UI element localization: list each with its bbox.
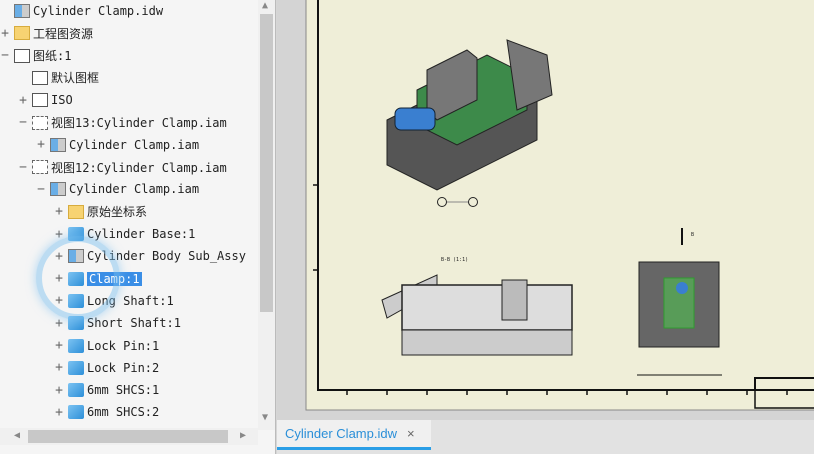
browser-item-label: Cylinder Clamp.iam [69,137,200,152]
model-browser: Cylinder Clamp.idw + 工程图资源 − 图纸:1 默认图框 + ISO − 视图… [0,0,276,454]
assembly-icon [50,137,66,152]
scroll-right-icon[interactable]: ▶ [240,430,246,441]
browser-item-label: 原始坐标系 [87,205,148,220]
browser-item-label: 图纸:1 [33,49,72,64]
collapse-icon[interactable]: − [18,160,28,175]
expand-icon[interactable]: + [18,93,28,108]
expand-icon[interactable]: + [36,137,46,152]
browser-item[interactable]: + 工程图资源 [0,22,93,44]
browser-item-label: Lock Pin:1 [87,338,160,353]
browser-item[interactable]: − 图纸:1 [0,45,71,67]
view-icon [32,160,48,175]
expand-icon[interactable]: + [54,405,64,420]
expand-icon[interactable]: + [54,204,64,219]
scroll-down-icon[interactable]: ▼ [262,412,268,423]
browser-item-label: 工程图资源 [33,26,94,41]
document-tab-bar: Cylinder Clamp.idw × [277,420,814,454]
browser-item-label: 6mm SHCS:2 [87,405,160,420]
browser-item[interactable]: + 原始坐标系 [54,201,147,223]
drawing-canvas[interactable]: B-B (1:1) B [277,0,814,420]
collapse-icon[interactable]: − [18,115,28,130]
collapse-icon[interactable]: − [36,182,46,197]
browser-item[interactable]: + ISO [18,89,73,111]
browser-item-label: Cylinder Clamp.idw [33,4,164,18]
title-block-icon [32,93,48,108]
click-highlight [36,236,120,320]
border-icon [32,70,48,85]
scroll-up-icon[interactable]: ▲ [262,0,268,11]
browser-item[interactable]: +6mm SHCS:2 [54,401,159,423]
browser-item[interactable]: + Lock Pin:2 [54,357,159,379]
scroll-left-icon[interactable]: ◀ [14,430,20,441]
scroll-thumb[interactable] [260,14,273,312]
browser-item[interactable]: 默认图框 [18,67,99,89]
assembly-icon [50,182,66,197]
expand-icon[interactable]: + [0,26,10,41]
browser-item-label: Cylinder Base:1 [87,227,196,241]
collapse-icon[interactable]: − [0,48,10,63]
browser-item-label: 视图12:Cylinder Clamp.iam [51,160,227,175]
browser-item-label: Lock Pin:2 [87,360,160,375]
expand-icon[interactable]: + [54,316,64,331]
tab-cylinder-clamp-idw[interactable]: Cylinder Clamp.idw × [277,420,431,450]
browser-item[interactable]: + Lock Pin:1 [54,335,159,357]
section-label: B-B (1:1) [441,257,468,263]
folder-icon [14,26,30,41]
expand-icon[interactable]: + [54,360,64,375]
scroll-thumb[interactable] [28,430,228,443]
browser-item[interactable]: + Cylinder Clamp.iam [36,134,199,156]
drawing-icon [14,4,30,18]
expand-icon[interactable]: + [54,338,64,353]
cut-label: B [691,232,694,238]
browser-item[interactable]: +6mm SHCS:1 [54,379,159,401]
horizontal-scrollbar[interactable]: ◀ ▶ [0,428,258,445]
browser-item[interactable]: − 视图12:Cylinder Clamp.iam [18,156,227,178]
expand-icon[interactable]: + [54,383,64,398]
part-icon [68,405,84,420]
folder-icon [68,204,84,219]
browser-item-label: 视图13:Cylinder Clamp.iam [51,116,227,130]
browser-item-label: 6mm SHCS:1 [87,383,160,398]
part-icon [68,360,84,375]
browser-item[interactable]: − Cylinder Clamp.iam [36,178,199,200]
sheet-icon [14,48,30,63]
tab-label: Cylinder Clamp.idw [285,426,397,441]
vertical-scrollbar[interactable]: ▲ ▼ [258,0,275,430]
browser-item-label: 默认图框 [51,71,100,86]
view-icon [32,115,48,130]
browser-item-label: Cylinder Clamp.iam [69,182,200,197]
browser-item[interactable]: Cylinder Clamp.idw [0,0,163,22]
browser-item-label: ISO [51,93,73,108]
browser-item[interactable]: − 视图13:Cylinder Clamp.iam [18,112,227,134]
part-icon [68,383,84,398]
close-icon[interactable]: × [407,426,415,441]
drawing-sheet: B-B (1:1) B [305,0,814,411]
browser-item-label: Short Shaft:1 [87,316,181,331]
part-icon [68,338,84,353]
